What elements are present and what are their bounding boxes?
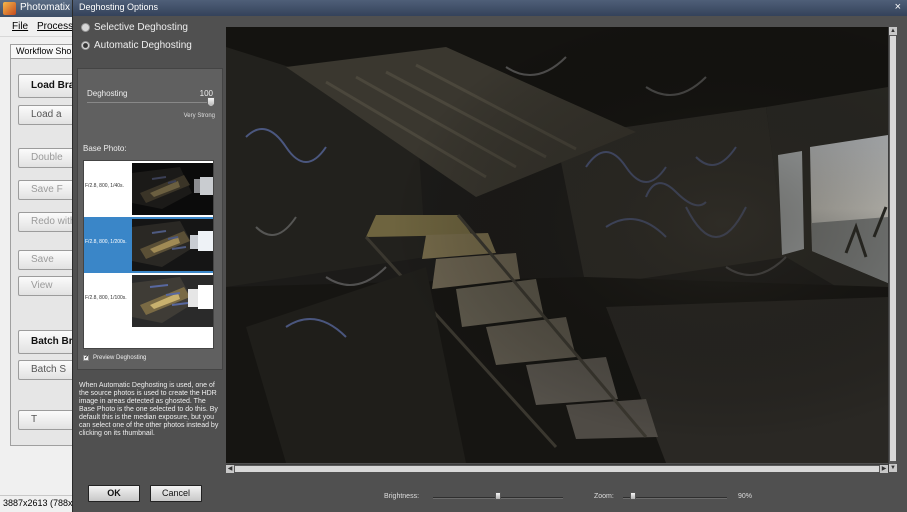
deghosting-strength-text: Very Strong: [183, 113, 215, 119]
scroll-right-arrow-icon[interactable]: ▶: [880, 465, 888, 473]
automatic-deghosting-option[interactable]: Automatic Deghosting: [81, 40, 192, 51]
deghosting-description: When Automatic Deghosting is used, one o…: [79, 382, 219, 437]
scroll-up-arrow-icon[interactable]: ▲: [889, 27, 897, 35]
zoom-value: 90%: [738, 493, 753, 500]
radio-icon[interactable]: [81, 41, 90, 50]
preview-deghosting-label: Preview Deghosting: [93, 355, 147, 361]
menu-file[interactable]: File: [12, 21, 28, 32]
selective-deghosting-label: Selective Deghosting: [94, 22, 188, 33]
status-bar: 3887x2613 (788x539: [0, 495, 72, 512]
thumbnail-caption: F/2.8, 800, 1/100s.: [85, 295, 127, 301]
brightness-label: Brightness:: [384, 493, 420, 500]
deghosting-slider-thumb[interactable]: [207, 97, 215, 107]
close-icon[interactable]: ×: [895, 1, 901, 14]
base-photo-thumbnail-2[interactable]: F/2.8, 800, 1/200s.: [84, 217, 213, 273]
thumbnail-image: [132, 163, 213, 215]
deghosting-preview-image[interactable]: [226, 27, 888, 463]
cancel-button[interactable]: Cancel: [150, 485, 202, 502]
selective-deghosting-option[interactable]: Selective Deghosting: [81, 22, 188, 33]
zoom-slider-track[interactable]: [623, 497, 727, 499]
preview-deghosting-option[interactable]: ✓ Preview Deghosting: [83, 355, 146, 361]
thumbnail-image: [132, 219, 213, 271]
menu-process[interactable]: Process: [37, 21, 73, 32]
deghosting-slider-track[interactable]: [87, 102, 211, 103]
horizontal-scroll-thumb[interactable]: [235, 466, 879, 472]
base-photo-list: F/2.8, 800, 1/40s. F/2.8, 800, 1/200s. F…: [83, 160, 214, 349]
base-photo-thumbnail-1[interactable]: F/2.8, 800, 1/40s.: [84, 161, 213, 217]
workflow-panel: Workflow Short Load Brac Load a Double Save…: [4, 40, 90, 450]
vertical-scroll-thumb[interactable]: [890, 36, 896, 461]
automatic-deghosting-label: Automatic Deghosting: [94, 40, 192, 51]
scroll-down-arrow-icon[interactable]: ▼: [889, 464, 897, 472]
dialog-title: Deghosting Options: [79, 2, 159, 12]
zoom-slider-thumb[interactable]: [630, 492, 637, 500]
deghosting-options-dialog: Deghosting Options × Selective Deghostin…: [72, 0, 907, 512]
checkbox-icon[interactable]: ✓: [83, 355, 89, 361]
preview-controls: Brightness: Zoom: 90%: [226, 490, 888, 504]
deghosting-slider-value: 100: [199, 89, 213, 98]
automatic-deghosting-panel: Deghosting 100 Very Strong Base Photo: F…: [77, 68, 223, 370]
ok-button[interactable]: OK: [88, 485, 140, 502]
vertical-scrollbar[interactable]: ▲ ▼: [888, 27, 897, 472]
deghosting-slider-label: Deghosting: [87, 89, 128, 98]
horizontal-scrollbar[interactable]: ◀ ▶: [226, 464, 888, 473]
radio-icon[interactable]: [81, 23, 90, 32]
zoom-label: Zoom:: [594, 493, 614, 500]
base-photo-label: Base Photo:: [83, 144, 127, 153]
thumbnail-image: [132, 275, 213, 327]
photomatix-logo-icon: [3, 2, 16, 15]
scroll-left-arrow-icon[interactable]: ◀: [226, 465, 234, 473]
description-panel: When Automatic Deghosting is used, one o…: [73, 372, 223, 475]
dialog-titlebar: Deghosting Options ×: [73, 0, 907, 16]
brightness-slider-thumb[interactable]: [495, 492, 501, 500]
thumbnail-caption: F/2.8, 800, 1/200s.: [85, 239, 127, 245]
main-menubar: File Process: [0, 17, 73, 37]
main-window-title: Photomatix P: [20, 2, 80, 13]
base-photo-thumbnail-3[interactable]: F/2.8, 800, 1/100s.: [84, 273, 213, 329]
thumbnail-caption: F/2.8, 800, 1/40s.: [85, 183, 124, 189]
